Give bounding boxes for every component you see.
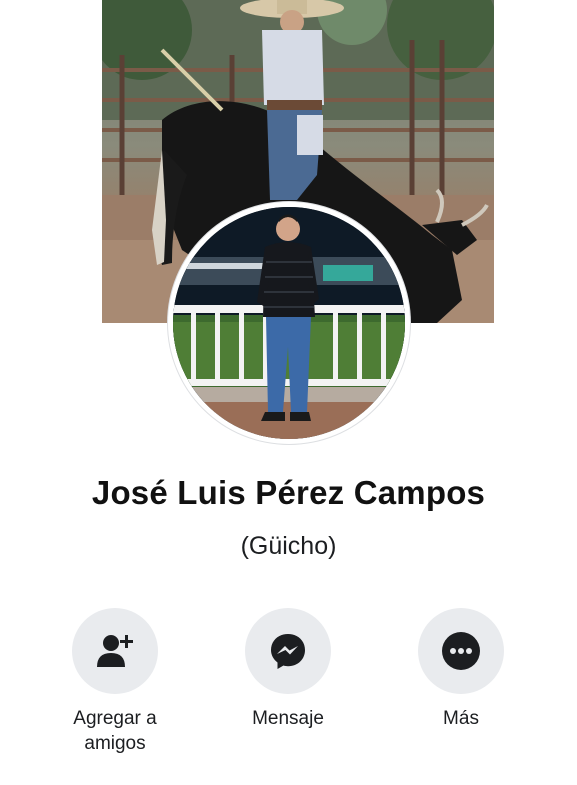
more-circle[interactable]	[418, 608, 504, 694]
profile-picture[interactable]	[173, 207, 405, 439]
profile-image	[173, 207, 405, 439]
profile-name: José Luis Pérez Campos	[91, 474, 486, 511]
more-button[interactable]: Más	[381, 608, 541, 731]
message-button[interactable]: Mensaje	[208, 608, 368, 731]
profile-picture-frame[interactable]	[168, 202, 410, 444]
message-circle[interactable]	[245, 608, 331, 694]
message-label: Mensaje	[252, 708, 324, 729]
more-label: Más	[443, 708, 479, 729]
profile-actions: Agregar a amigos Mensaje Más	[0, 608, 577, 768]
add-friend-icon	[97, 635, 133, 667]
add-friend-circle[interactable]	[72, 608, 158, 694]
add-friend-label: Agregar a amigos	[73, 708, 157, 754]
add-friend-button[interactable]: Agregar a amigos	[35, 608, 195, 756]
profile-nickname: (Güicho)	[240, 532, 337, 560]
profile-page: José Luis Pérez Campos (Güicho) Agregar …	[0, 0, 577, 785]
messenger-icon	[271, 634, 305, 669]
more-icon	[442, 632, 480, 670]
